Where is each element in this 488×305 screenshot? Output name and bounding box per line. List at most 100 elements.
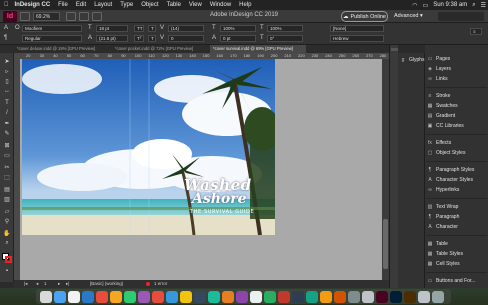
menu-object[interactable]: Object — [137, 2, 162, 8]
underline-toggle[interactable]: T — [148, 25, 156, 32]
dock-app-icon[interactable] — [334, 291, 346, 303]
font-style-field[interactable]: Regular — [22, 35, 82, 42]
menu-layout[interactable]: Layout — [90, 2, 116, 8]
language-field[interactable]: Hebrew — [330, 35, 384, 42]
bridge-icon[interactable] — [20, 12, 30, 21]
panel-effects[interactable]: fx Effects — [427, 139, 451, 146]
font-family-field[interactable]: Moofiem — [22, 25, 82, 32]
first-page-icon[interactable]: |◂ — [24, 281, 27, 287]
menu-table[interactable]: Table — [163, 2, 185, 8]
dock-app-icon[interactable] — [54, 291, 66, 303]
view-options-icon[interactable] — [66, 12, 76, 21]
dock-app-icon[interactable] — [96, 291, 108, 303]
dock-app-icon[interactable] — [138, 291, 150, 303]
gap-tool-icon[interactable]: ↔ — [2, 87, 12, 95]
menu-edit[interactable]: Edit — [72, 2, 90, 8]
pen-tool-icon[interactable]: ✒ — [2, 119, 12, 127]
panel-collapse-strip[interactable] — [389, 45, 398, 288]
dock-app-icon[interactable] — [152, 291, 164, 303]
dock-app-icon[interactable] — [82, 291, 94, 303]
battery-icon[interactable]: ▭ — [423, 2, 429, 9]
app-menu[interactable]: InDesign CC — [13, 2, 55, 8]
dock-app-icon[interactable] — [404, 291, 416, 303]
panel-links[interactable]: ∞ Links — [427, 75, 447, 82]
menu-file[interactable]: File — [54, 2, 72, 8]
dock-app-icon[interactable] — [320, 291, 332, 303]
dock-app-icon[interactable] — [40, 291, 52, 303]
last-page-icon[interactable]: ▸| — [66, 281, 69, 287]
dock-app-icon[interactable] — [348, 291, 360, 303]
menu-window[interactable]: Window — [206, 2, 235, 8]
eyedropper-tool-icon[interactable]: ⚲ — [2, 217, 12, 225]
collapse-grip-icon[interactable] — [391, 48, 398, 51]
tab-cover-survival[interactable]: *cover survival.indd @ 69% [GPU Preview] — [210, 45, 306, 53]
tab-cover-deluxe[interactable]: *cover deluxe.indd @ 19% [GPU Preview] — [14, 45, 110, 53]
free-transform-tool-icon[interactable]: ⬚ — [2, 173, 12, 181]
paragraph-formatting-icon[interactable]: ¶ — [4, 35, 7, 41]
dock-app-icon[interactable] — [278, 291, 290, 303]
direct-selection-tool-icon[interactable]: ▹ — [2, 67, 12, 75]
dock-app-icon[interactable] — [390, 291, 402, 303]
tracking-field[interactable]: 0 — [168, 35, 204, 42]
panel-table-styles[interactable]: ▦ Table Styles — [427, 250, 463, 257]
dock-app-icon[interactable] — [250, 291, 262, 303]
search-icon[interactable]: ⌕ — [472, 2, 475, 9]
vertical-scale-field[interactable]: 100% — [220, 25, 256, 32]
panel-object-styles[interactable]: ▢ Object Styles — [427, 149, 466, 156]
tab-cover-pocket[interactable]: *cover pocket.indd @ 72% [GPU Preview] — [112, 45, 208, 53]
strikethrough-toggle[interactable]: T — [148, 35, 156, 42]
clock[interactable]: Sun 9:38 am — [433, 2, 467, 8]
panel-gradient[interactable]: ▤ Gradient — [427, 112, 456, 119]
zoom-tool-icon[interactable]: ⌕ — [2, 239, 12, 247]
panel-paragraph[interactable]: ¶ Paragraph — [427, 213, 460, 220]
rectangle-frame-tool-icon[interactable]: ⊠ — [2, 141, 12, 149]
kerning-field[interactable]: (14) — [168, 25, 204, 32]
panel-stroke[interactable]: ≡ Stroke — [427, 92, 451, 99]
dock-app-icon[interactable] — [222, 291, 234, 303]
dock-app-icon[interactable] — [432, 291, 444, 303]
panel-character[interactable]: A Character — [427, 223, 458, 230]
panel-buttons-and-for[interactable]: ▭ Buttons and For... — [427, 277, 476, 284]
arrange-documents-icon[interactable] — [92, 12, 102, 21]
gradient-feather-tool-icon[interactable]: ▥ — [2, 195, 12, 203]
panel-table[interactable]: ▦ Table — [427, 240, 448, 247]
wifi-icon[interactable]: ◠ — [412, 2, 417, 9]
panel-pages[interactable]: ▭ Pages — [427, 55, 451, 62]
dock-app-icon[interactable] — [264, 291, 276, 303]
screen-mode-icon[interactable] — [79, 12, 89, 21]
panel-paragraph-styles[interactable]: ¶ Paragraph Styles — [427, 166, 475, 173]
skew-field[interactable]: 0° — [267, 35, 303, 42]
gradient-tool-icon[interactable]: ▤ — [2, 185, 12, 193]
panel-text-wrap[interactable]: ▥ Text Wrap — [427, 203, 459, 210]
font-size-field[interactable]: 18 pt — [96, 25, 128, 32]
title-ashore[interactable]: Ashore — [192, 191, 275, 207]
prev-page-icon[interactable]: ◂ — [36, 281, 38, 287]
dock-app-icon[interactable] — [236, 291, 248, 303]
adobe-stock-search[interactable] — [438, 12, 484, 21]
dock-app-icon[interactable] — [362, 291, 374, 303]
dock-app-icon[interactable] — [68, 291, 80, 303]
type-tool-icon[interactable]: T — [2, 99, 12, 107]
preflight-errors[interactable]: 1 error — [154, 281, 167, 286]
panel-cc-libraries[interactable]: ▣ CC Libraries — [427, 122, 464, 129]
character-style-field[interactable]: [None] — [330, 25, 384, 32]
scroll-thumb[interactable] — [383, 219, 388, 269]
dock-app-icon[interactable] — [208, 291, 220, 303]
panel-menu-icon[interactable]: ≡ — [470, 28, 482, 35]
pencil-tool-icon[interactable]: ✎ — [2, 129, 12, 137]
panel-swatches[interactable]: ▦ Swatches — [427, 102, 458, 109]
page-number[interactable]: 1 — [44, 281, 47, 286]
dock-app-icon[interactable] — [376, 291, 388, 303]
dock-app-icon[interactable] — [124, 291, 136, 303]
panel-cell-styles[interactable]: ▦ Cell Styles — [427, 260, 460, 267]
dock-app-icon[interactable] — [418, 291, 430, 303]
zoom-field[interactable]: 69.2% — [33, 12, 60, 21]
workspace-switcher[interactable]: Advanced ▾ — [394, 13, 423, 19]
line-tool-icon[interactable]: / — [2, 109, 12, 117]
menu-view[interactable]: View — [185, 2, 206, 8]
menu-list-icon[interactable]: ☰ — [481, 2, 486, 9]
dock-app-icon[interactable] — [110, 291, 122, 303]
scissors-tool-icon[interactable]: ✂ — [2, 163, 12, 171]
fill-stroke-swatch[interactable] — [2, 253, 12, 263]
publish-online-button[interactable]: ☁ Publish Online — [341, 11, 388, 22]
